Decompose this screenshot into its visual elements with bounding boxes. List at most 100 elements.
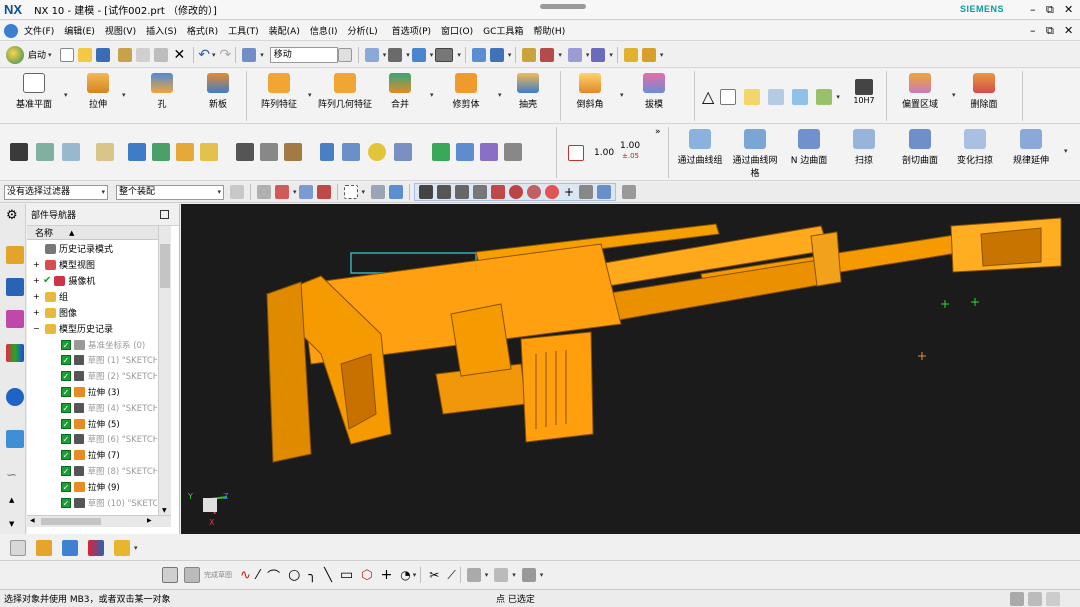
- select-dropdown-icon[interactable]: ▾: [293, 188, 297, 196]
- thread-button[interactable]: 10H7: [850, 79, 878, 107]
- tree-node[interactable]: + 组: [27, 289, 157, 304]
- restore-button[interactable]: ⧉: [1046, 3, 1054, 17]
- offset-dropdown-icon-2[interactable]: ▾: [413, 571, 417, 579]
- image-icon[interactable]: [768, 88, 785, 105]
- constraint-icon[interactable]: [466, 568, 481, 582]
- tree-node[interactable]: − 模型历史记录: [27, 321, 157, 336]
- delete-face-button[interactable]: 删除面: [962, 73, 1006, 111]
- extrude-button[interactable]: 拉伸: [80, 73, 116, 111]
- new-file-icon[interactable]: [59, 47, 74, 62]
- through-curves-button[interactable]: 通过曲线组: [674, 129, 726, 167]
- paste-icon[interactable]: [153, 47, 168, 62]
- fillet-icon[interactable]: ╮: [308, 568, 316, 583]
- trim-icon[interactable]: ✂: [429, 568, 439, 582]
- resource-scroll-up-icon[interactable]: ▲: [9, 496, 14, 504]
- snap-midpoint-icon[interactable]: [455, 185, 470, 199]
- command-field[interactable]: 移动: [269, 46, 338, 63]
- fit-view-dropdown-icon[interactable]: ▾: [383, 51, 387, 59]
- feature-row[interactable]: ✓ 草图 (2) "SKETCH: [27, 369, 157, 384]
- feature-checkbox[interactable]: ✓: [61, 355, 71, 366]
- measure-distance-icon[interactable]: [591, 47, 606, 62]
- feature-checkbox[interactable]: ✓: [61, 497, 71, 508]
- dimension-sketch-icon[interactable]: [494, 568, 509, 582]
- table-icon[interactable]: [720, 88, 737, 105]
- swept-button[interactable]: 扫掠: [846, 129, 882, 167]
- ribbon-more-icon[interactable]: »: [655, 127, 661, 137]
- new-component-icon[interactable]: [62, 539, 78, 556]
- chamfer-dropdown-icon[interactable]: ▾: [620, 91, 624, 99]
- view-select-icon[interactable]: [371, 185, 386, 199]
- trim-dropdown-icon[interactable]: ▾: [498, 91, 502, 99]
- section-dropdown-icon[interactable]: ▾: [508, 51, 512, 59]
- expand-toggle-icon[interactable]: +: [33, 292, 43, 301]
- finish-sketch-label[interactable]: 完成草图: [204, 570, 232, 580]
- tolerance-value-2[interactable]: 1.00: [620, 141, 640, 151]
- wcs-dropdown-icon[interactable]: ▾: [558, 51, 562, 59]
- profile-icon[interactable]: ∿: [240, 568, 251, 583]
- open-folder-icon[interactable]: [77, 47, 92, 62]
- spline-icon[interactable]: [260, 143, 278, 161]
- select-feature-icon[interactable]: [257, 185, 271, 199]
- grid-plane-icon[interactable]: [567, 47, 582, 62]
- status-icon-3[interactable]: [1046, 592, 1060, 606]
- shaded-face-icon[interactable]: [394, 143, 412, 161]
- tolerance-plusminus[interactable]: ±.05: [622, 152, 639, 160]
- polygon-icon[interactable]: ⬡: [361, 568, 372, 583]
- points-icon[interactable]: [10, 143, 28, 161]
- doc-close-button[interactable]: ✕: [1064, 24, 1073, 37]
- axis-icon[interactable]: [504, 143, 522, 161]
- start-button-label[interactable]: 启动: [28, 48, 46, 61]
- wcs-icon[interactable]: [540, 47, 555, 62]
- command-finder-dropdown-icon[interactable]: ▾: [260, 51, 264, 59]
- expand-toggle-icon[interactable]: +: [33, 276, 43, 285]
- ribbon2-dropdown-icon[interactable]: ▾: [1064, 147, 1068, 155]
- shaded-cube-icon[interactable]: [411, 47, 426, 62]
- navigator-column-header[interactable]: 名称 ▲: [27, 226, 171, 240]
- menu-gc-toolkit[interactable]: GC工具箱: [483, 24, 523, 37]
- menu-info[interactable]: 信息(I): [310, 24, 338, 37]
- select-edge-icon[interactable]: [316, 185, 331, 199]
- command-finder-icon[interactable]: [242, 47, 257, 62]
- cut-icon[interactable]: [117, 47, 132, 62]
- render-style-dropdown-icon[interactable]: ▾: [406, 51, 410, 59]
- finish-sketch-icon[interactable]: [184, 567, 200, 583]
- section-surface-button[interactable]: 剖切曲面: [898, 129, 942, 167]
- menu-preferences[interactable]: 首选项(P): [392, 24, 431, 37]
- scope-select[interactable]: 整个装配 ▾: [116, 184, 224, 200]
- start-dropdown-icon[interactable]: ▾: [48, 51, 52, 59]
- menu-view[interactable]: 视图(V): [105, 24, 136, 37]
- hscroll-right-icon[interactable]: ▶: [147, 517, 152, 524]
- measure-dropdown-icon[interactable]: ▾: [609, 51, 613, 59]
- component-array-icon[interactable]: [114, 539, 130, 556]
- line-icon[interactable]: ⁄: [257, 568, 259, 583]
- feature-row[interactable]: ✓ 草图 (6) "SKETCH: [27, 432, 157, 447]
- through-mesh-button[interactable]: 通过曲线网格: [730, 129, 780, 181]
- pattern-geometry-button[interactable]: 阵列几何特征: [318, 73, 372, 112]
- snap-enable-icon[interactable]: [419, 185, 434, 199]
- tree-node[interactable]: + 模型视图: [27, 257, 157, 272]
- section-view-icon[interactable]: [471, 47, 486, 62]
- settings-gear-icon[interactable]: ⚙: [6, 208, 18, 223]
- draft-button[interactable]: 拔模: [636, 73, 672, 111]
- tree-node[interactable]: 历史记录模式: [27, 241, 157, 256]
- rectangle-dropdown-icon[interactable]: ▾: [362, 188, 366, 196]
- doc-minimize-button[interactable]: –: [1030, 24, 1036, 37]
- menu-edit[interactable]: 编辑(E): [64, 24, 95, 37]
- text-curve-icon[interactable]: [284, 143, 302, 161]
- dimension-dropdown-icon[interactable]: ▾: [512, 571, 516, 579]
- new-plate-button[interactable]: 新板: [200, 73, 236, 111]
- web-browser-tab-icon[interactable]: [6, 430, 24, 448]
- undo-dropdown-icon[interactable]: ▾: [212, 51, 216, 59]
- unite-dropdown-icon[interactable]: ▾: [430, 91, 434, 99]
- shaded-cube-dropdown-icon[interactable]: ▾: [430, 51, 434, 59]
- close-button[interactable]: ✕: [1064, 3, 1073, 16]
- offset-curve-icon[interactable]: ◔: [400, 568, 410, 582]
- snap-point-on-curve-icon[interactable]: +: [564, 185, 574, 199]
- expand-toggle-icon[interactable]: −: [33, 324, 43, 333]
- pattern-dropdown-icon[interactable]: ▾: [308, 91, 312, 99]
- move-face-icon[interactable]: [128, 143, 146, 161]
- menu-analysis[interactable]: 分析(L): [348, 24, 378, 37]
- n-sided-surface-button[interactable]: N 边曲面: [786, 129, 832, 167]
- save-icon[interactable]: [95, 47, 110, 62]
- snap-quadrant-icon[interactable]: [527, 185, 542, 199]
